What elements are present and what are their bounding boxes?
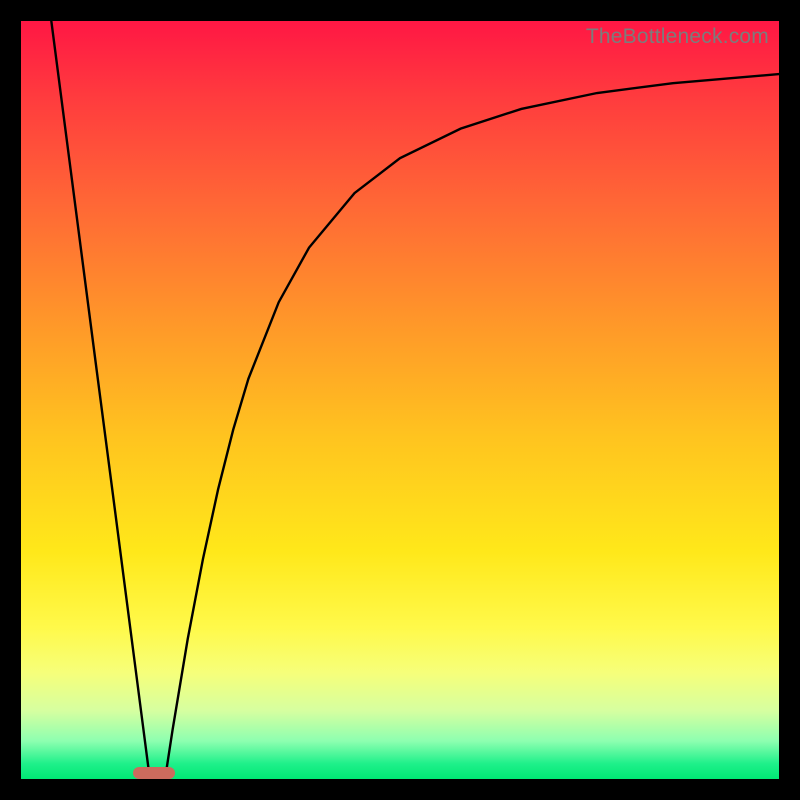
left-branch-path <box>51 21 150 779</box>
curve-layer <box>21 21 779 779</box>
right-branch-path <box>165 74 779 779</box>
min-marker-pill <box>133 767 175 779</box>
chart-frame: TheBottleneck.com <box>21 21 779 779</box>
